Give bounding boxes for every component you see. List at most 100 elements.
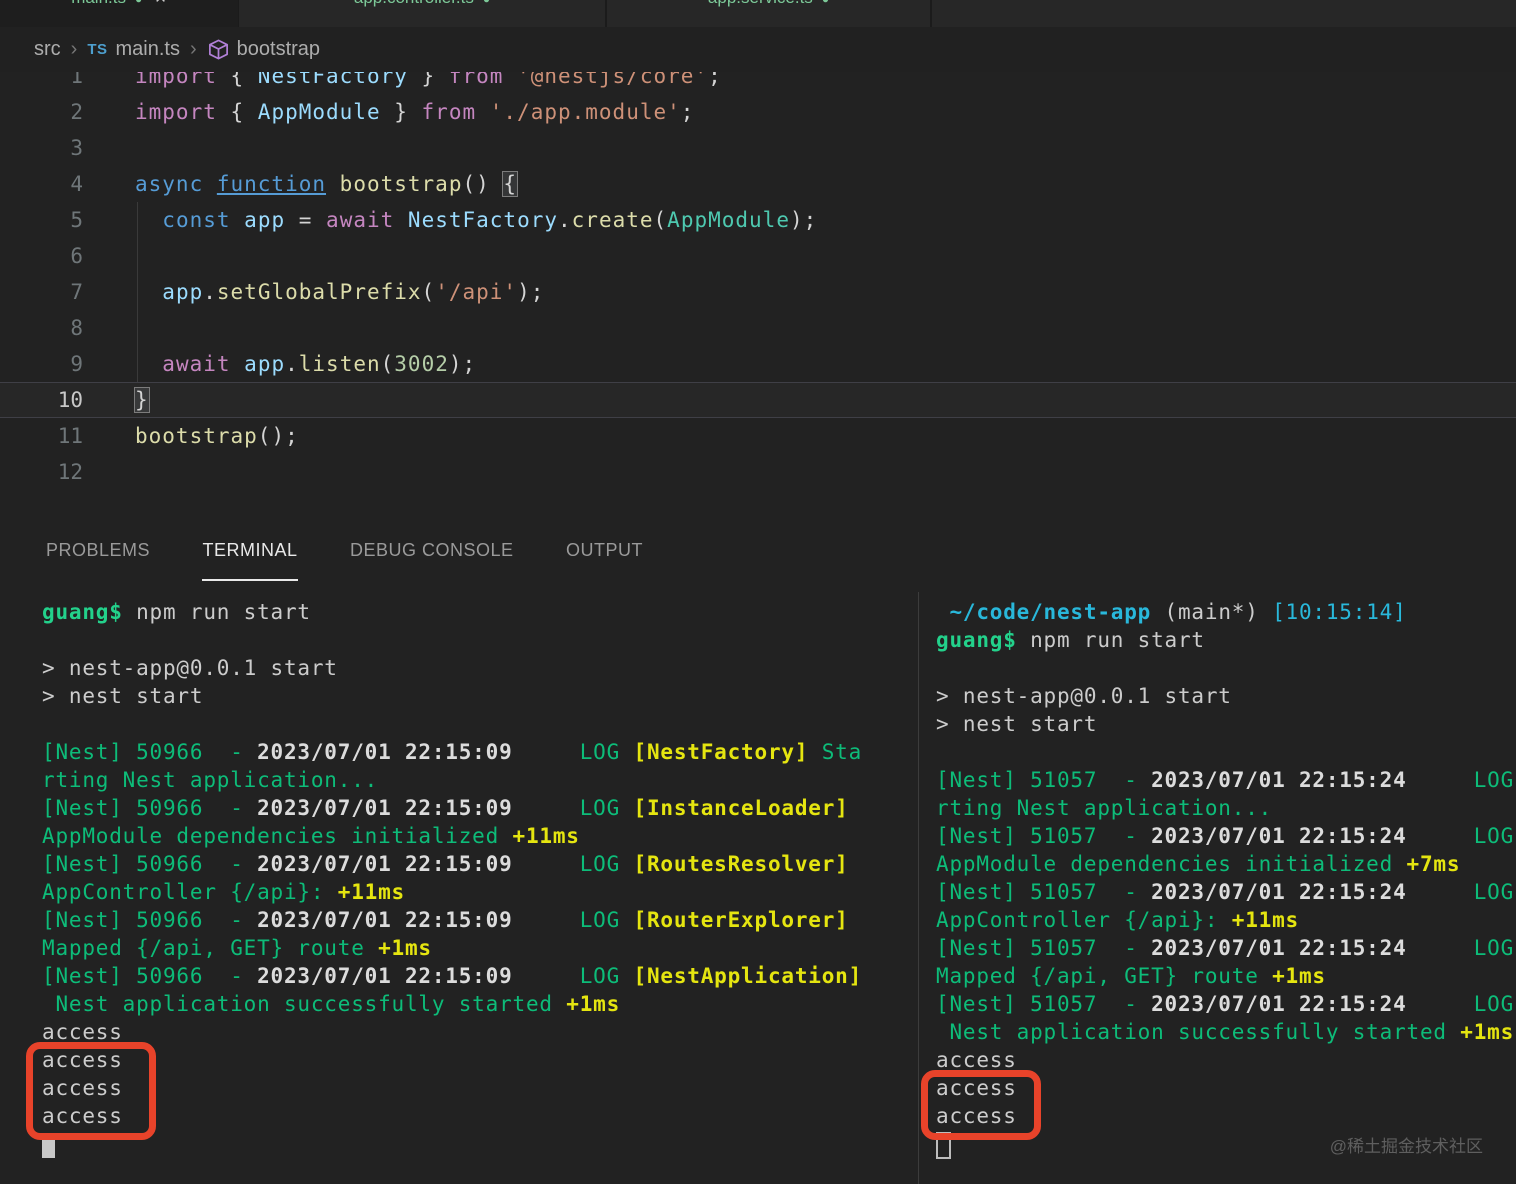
text-segment: [Nest] 51057 -: [936, 768, 1152, 792]
tab-app-service-ts[interactable]: app.service.ts ●: [606, 0, 931, 27]
terminal-row: [42, 710, 918, 738]
text-segment: bootstrap: [135, 424, 258, 448]
text-segment: }: [134, 387, 150, 413]
text-segment: (main*): [1164, 600, 1273, 624]
text-segment: [1407, 824, 1474, 848]
modified-dot-icon: ●: [822, 0, 829, 6]
code-line[interactable]: 9 await app.listen(3002);: [0, 346, 1516, 382]
breadcrumb-item-main-ts[interactable]: main.ts: [116, 38, 180, 61]
text-segment: 2023/07/01 22:15:09: [257, 740, 513, 764]
text-segment: 2023/07/01 22:15:24: [1151, 992, 1407, 1016]
terminal-row: AppModule dependencies initialized +7ms: [936, 850, 1516, 878]
terminal-row: ~/code/nest-app (main*) [10:15:14]: [936, 598, 1516, 626]
text-segment: +1ms: [566, 992, 621, 1016]
terminal-row: > nest-app@0.0.1 start: [42, 654, 918, 682]
text-segment: LOG: [1473, 992, 1515, 1016]
terminal-row: [Nest] 50966 - 2023/07/01 22:15:09 LOG […: [42, 794, 918, 822]
text-segment: LOG: [579, 852, 634, 876]
text-segment: ~/code/nest-app: [936, 600, 1165, 624]
tab-main-ts[interactable]: main.ts ● ✕: [0, 0, 238, 27]
code-line[interactable]: 10}: [0, 382, 1516, 418]
text-segment: [InstanceLoader]: [633, 796, 863, 820]
text-segment: Nest application successfully started: [936, 1020, 1461, 1044]
terminal-row: rting Nest application...: [936, 794, 1516, 822]
code-line[interactable]: 4 async function bootstrap() {: [0, 166, 1516, 202]
code-line[interactable]: 12: [0, 454, 1516, 490]
code-line[interactable]: 3: [0, 130, 1516, 166]
text-segment: [NestFactory]: [633, 740, 822, 764]
text-segment: [513, 740, 580, 764]
text-segment: LOG: [1473, 768, 1515, 792]
breadcrumb-item-src[interactable]: src: [34, 38, 61, 61]
text-segment: [RouterExplorer]: [633, 908, 863, 932]
text-segment: {: [216, 100, 258, 124]
line-number: 6: [70, 244, 83, 268]
text-segment: 2023/07/01 22:15:24: [1151, 936, 1407, 960]
text-segment: (): [462, 172, 504, 196]
text-segment: .: [558, 208, 572, 232]
chevron-right-icon: ›: [70, 38, 78, 60]
tab-app-controller-ts[interactable]: app.controller.ts ●: [238, 0, 606, 27]
panel-tab-output[interactable]: OUTPUT: [566, 527, 643, 579]
text-segment: LOG: [579, 796, 634, 820]
text-segment: =: [285, 208, 327, 232]
vscode-window: main.ts ● ✕ app.controller.ts ● app.service…: [0, 0, 1516, 1184]
text-segment: LOG: [1473, 936, 1515, 960]
text-segment: rting Nest application...: [42, 768, 379, 792]
terminal-split-divider[interactable]: [918, 592, 919, 1184]
text-segment: LOG: [579, 908, 634, 932]
code-line[interactable]: 5 const app = await NestFactory.create(A…: [0, 202, 1516, 238]
code-line[interactable]: 6: [0, 238, 1516, 274]
text-segment: AppModule dependencies initialized: [42, 824, 513, 848]
code-line[interactable]: 8: [0, 310, 1516, 346]
text-segment: AppModule: [257, 100, 381, 124]
terminal-row: access: [42, 1046, 918, 1074]
text-segment: +7ms: [1406, 852, 1461, 876]
text-segment: [RoutesResolver]: [633, 852, 863, 876]
panel-tab-debug-console[interactable]: DEBUG CONSOLE: [350, 527, 514, 579]
terminal-row: [936, 654, 1516, 682]
text-segment: [Nest] 51057 -: [936, 824, 1152, 848]
text-segment: +1ms: [1272, 964, 1326, 988]
text-segment: 2023/07/01 22:15:09: [257, 796, 513, 820]
text-segment: access: [936, 1048, 1017, 1072]
code-text: app.setGlobalPrefix('/api');: [135, 274, 544, 310]
terminal-row: [936, 738, 1516, 766]
text-segment: (: [421, 280, 436, 304]
terminal-row: AppModule dependencies initialized +11ms: [42, 822, 918, 850]
text-segment: > nest start: [42, 684, 204, 708]
panel-tab-terminal[interactable]: TERMINAL: [202, 527, 298, 581]
text-segment: [Nest] 50966 -: [42, 852, 258, 876]
tab-label: app.service.ts: [708, 0, 813, 7]
terminal-row: [42, 626, 918, 654]
code-line[interactable]: 7 app.setGlobalPrefix('/api');: [0, 274, 1516, 310]
line-number: 12: [57, 460, 83, 484]
line-number: 3: [70, 136, 83, 160]
code-line[interactable]: 11 bootstrap();: [0, 418, 1516, 454]
code-editor[interactable]: 1 import { NestFactory } from '@nestjs/co…: [0, 58, 1516, 490]
text-segment: function: [216, 172, 327, 196]
text-segment: await: [162, 352, 231, 376]
line-number: 8: [70, 316, 83, 340]
text-segment: > nest-app@0.0.1 start: [42, 656, 338, 680]
text-segment: './app.module': [489, 100, 681, 124]
code-text: import { AppModule } from './app.module'…: [135, 94, 694, 130]
terminal-row: [Nest] 50966 - 2023/07/01 22:15:09 LOG […: [42, 906, 918, 934]
text-segment: async: [135, 172, 217, 196]
text-segment: );: [789, 208, 818, 232]
panel-tab-problems[interactable]: PROBLEMS: [46, 527, 150, 579]
line-number: 7: [70, 280, 83, 304]
breadcrumb-item-bootstrap[interactable]: bootstrap: [237, 38, 320, 61]
text-segment: [10:15:14]: [1272, 600, 1407, 624]
text-segment: NestFactory: [407, 208, 558, 232]
text-segment: [1407, 768, 1474, 792]
code-line[interactable]: 2 import { AppModule } from './app.module…: [0, 94, 1516, 130]
tab-label: app.controller.ts: [354, 0, 474, 7]
text-segment: > nest-app@0.0.1 start: [936, 684, 1232, 708]
close-icon[interactable]: ✕: [154, 0, 167, 7]
breadcrumb: src › TS main.ts › bootstrap: [0, 27, 1516, 72]
line-number: 2: [70, 100, 83, 124]
line-number: 4: [70, 172, 83, 196]
editor-tab-bar: main.ts ● ✕ app.controller.ts ● app.service…: [0, 0, 1516, 27]
text-segment: [Nest] 51057 -: [936, 880, 1152, 904]
